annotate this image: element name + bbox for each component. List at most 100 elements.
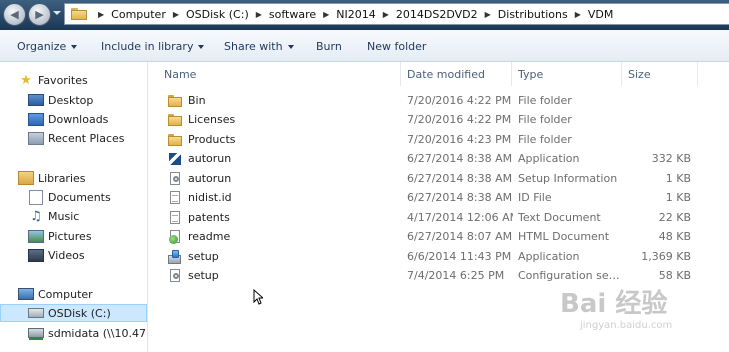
file-type: Setup Information	[518, 172, 618, 185]
column-header-size[interactable]: Size	[622, 62, 698, 86]
folder-icon	[167, 93, 183, 109]
file-type: Application	[518, 250, 580, 263]
file-date: 7/20/2016 4:22 PM	[407, 94, 512, 107]
file-type: File folder	[518, 133, 572, 146]
file-size: 1 KB	[665, 172, 691, 185]
file-name: readme	[188, 230, 231, 243]
chevron-right-icon[interactable]: ▶	[98, 10, 104, 19]
nav-network-drive[interactable]: sdmidata (\\10.47.0.	[28, 324, 147, 342]
file-name: Products	[188, 133, 236, 146]
include-in-library-label: Include in library	[101, 40, 194, 53]
recent-places-icon	[28, 130, 44, 146]
file-date: 7/20/2016 4:23 PM	[407, 133, 512, 146]
nav-pictures-label: Pictures	[48, 229, 92, 243]
share-with-button[interactable]: Share with	[224, 40, 294, 53]
file-name: patents	[188, 211, 230, 224]
file-size: 332 KB	[651, 152, 691, 165]
nav-downloads[interactable]: Downloads	[28, 110, 108, 128]
file-size: 48 KB	[658, 230, 691, 243]
star-icon: ★	[20, 72, 32, 88]
column-size-label: Size	[628, 67, 651, 81]
nav-documents[interactable]: Documents	[28, 188, 111, 206]
file-type: Application	[518, 152, 580, 165]
breadcrumb-osdisk[interactable]: OSDisk (C:)	[186, 8, 249, 21]
column-date-label: Date modified	[407, 67, 485, 81]
file-name: Bin	[188, 94, 206, 107]
new-folder-button[interactable]: New folder	[367, 40, 426, 53]
organize-button[interactable]: Organize	[17, 40, 78, 53]
chevron-right-icon[interactable]: ▶	[485, 10, 491, 19]
table-row[interactable]: autorun 6/27/2014 8:38 AM Application 33…	[163, 149, 699, 168]
file-type: File folder	[518, 94, 572, 107]
html-file-icon	[167, 229, 183, 245]
breadcrumb-ni2014[interactable]: NI2014	[336, 8, 375, 21]
nav-videos[interactable]: Videos	[28, 246, 85, 264]
organize-label: Organize	[17, 40, 67, 53]
file-name: Licenses	[188, 113, 236, 126]
breadcrumb-vdm[interactable]: VDM	[588, 8, 614, 21]
nav-favorites[interactable]: ★ Favorites	[18, 71, 88, 89]
nav-recent-places[interactable]: Recent Places	[28, 129, 125, 147]
nav-music[interactable]: ♫ Music	[28, 207, 79, 225]
nav-libraries-label: Libraries	[38, 171, 86, 185]
recent-pages-dropdown[interactable]	[53, 11, 61, 15]
mouse-pointer-icon	[253, 289, 263, 305]
nav-pictures[interactable]: Pictures	[28, 227, 92, 245]
table-row[interactable]: autorun 6/27/2014 8:38 AM Setup Informat…	[163, 169, 699, 188]
table-row[interactable]: Licenses 7/20/2016 4:22 PM File folder	[163, 110, 699, 129]
folder-icon	[71, 8, 87, 20]
table-row[interactable]: readme 6/27/2014 8:07 AM HTML Document 4…	[163, 227, 699, 246]
nav-libraries[interactable]: Libraries	[18, 169, 86, 187]
column-header-date-modified[interactable]: Date modified	[401, 62, 512, 86]
file-icon	[167, 190, 183, 206]
column-header-name[interactable]: Name	[158, 62, 401, 86]
column-type-label: Type	[518, 67, 544, 81]
file-date: 6/27/2014 8:07 AM	[407, 230, 513, 243]
table-row[interactable]: Bin 7/20/2016 4:22 PM File folder	[163, 91, 699, 110]
chevron-right-icon[interactable]: ▶	[256, 10, 262, 19]
forward-button[interactable]: ▶	[28, 3, 51, 26]
nav-computer-label: Computer	[38, 287, 93, 301]
table-row[interactable]: setup 6/6/2014 11:43 PM Application 1,36…	[163, 247, 699, 266]
nav-videos-label: Videos	[48, 248, 85, 262]
file-name: autorun	[188, 172, 232, 185]
nav-desktop[interactable]: Desktop	[28, 91, 93, 109]
back-button[interactable]: ◀	[3, 3, 26, 26]
file-size: 22 KB	[658, 211, 691, 224]
file-type: HTML Document	[518, 230, 610, 243]
chevron-right-icon[interactable]: ▶	[173, 10, 179, 19]
baidu-watermark-url: jingyan.baidu.com	[580, 320, 673, 331]
breadcrumb-software[interactable]: software	[269, 8, 316, 21]
nav-osdisk[interactable]: OSDisk (C:)	[0, 304, 147, 322]
network-drive-icon	[28, 325, 44, 341]
arrow-left-icon: ◀	[10, 8, 19, 21]
file-size	[623, 91, 691, 110]
table-row[interactable]: nidist.id 6/27/2014 8:38 AM ID File 1 KB	[163, 188, 699, 207]
downloads-icon	[28, 111, 44, 127]
chevron-right-icon[interactable]: ▶	[575, 10, 581, 19]
address-bar[interactable]: ▶ Computer ▶ OSDisk (C:) ▶ software ▶ NI…	[64, 3, 729, 25]
chevron-down-icon	[198, 45, 205, 49]
breadcrumb-distributions[interactable]: Distributions	[498, 8, 568, 21]
burn-button[interactable]: Burn	[316, 40, 342, 53]
file-size: 1,369 KB	[641, 250, 691, 263]
breadcrumb-2014ds2dvd2[interactable]: 2014DS2DVD2	[396, 8, 478, 21]
drive-icon	[28, 305, 44, 321]
column-header-type[interactable]: Type	[512, 62, 622, 86]
arrow-right-icon: ▶	[35, 8, 44, 21]
file-name: autorun	[188, 152, 232, 165]
address-row: ◀ ▶ ▶ Computer ▶ OSDisk (C:) ▶ software …	[0, 0, 729, 30]
chevron-right-icon[interactable]: ▶	[323, 10, 329, 19]
nav-documents-label: Documents	[48, 190, 111, 204]
libraries-icon	[18, 170, 34, 186]
breadcrumb-computer[interactable]: Computer	[111, 8, 166, 21]
table-row[interactable]: Products 7/20/2016 4:23 PM File folder	[163, 130, 699, 149]
table-row[interactable]: patents 4/17/2014 12:06 AM Text Document…	[163, 208, 699, 227]
nav-computer[interactable]: Computer	[18, 285, 93, 303]
chevron-right-icon[interactable]: ▶	[383, 10, 389, 19]
include-in-library-button[interactable]: Include in library	[101, 40, 205, 53]
nav-favorites-label: Favorites	[38, 73, 88, 87]
setup-info-icon	[167, 171, 183, 187]
file-date: 7/4/2014 6:25 PM	[407, 269, 505, 282]
file-date: 6/27/2014 8:38 AM	[407, 172, 513, 185]
